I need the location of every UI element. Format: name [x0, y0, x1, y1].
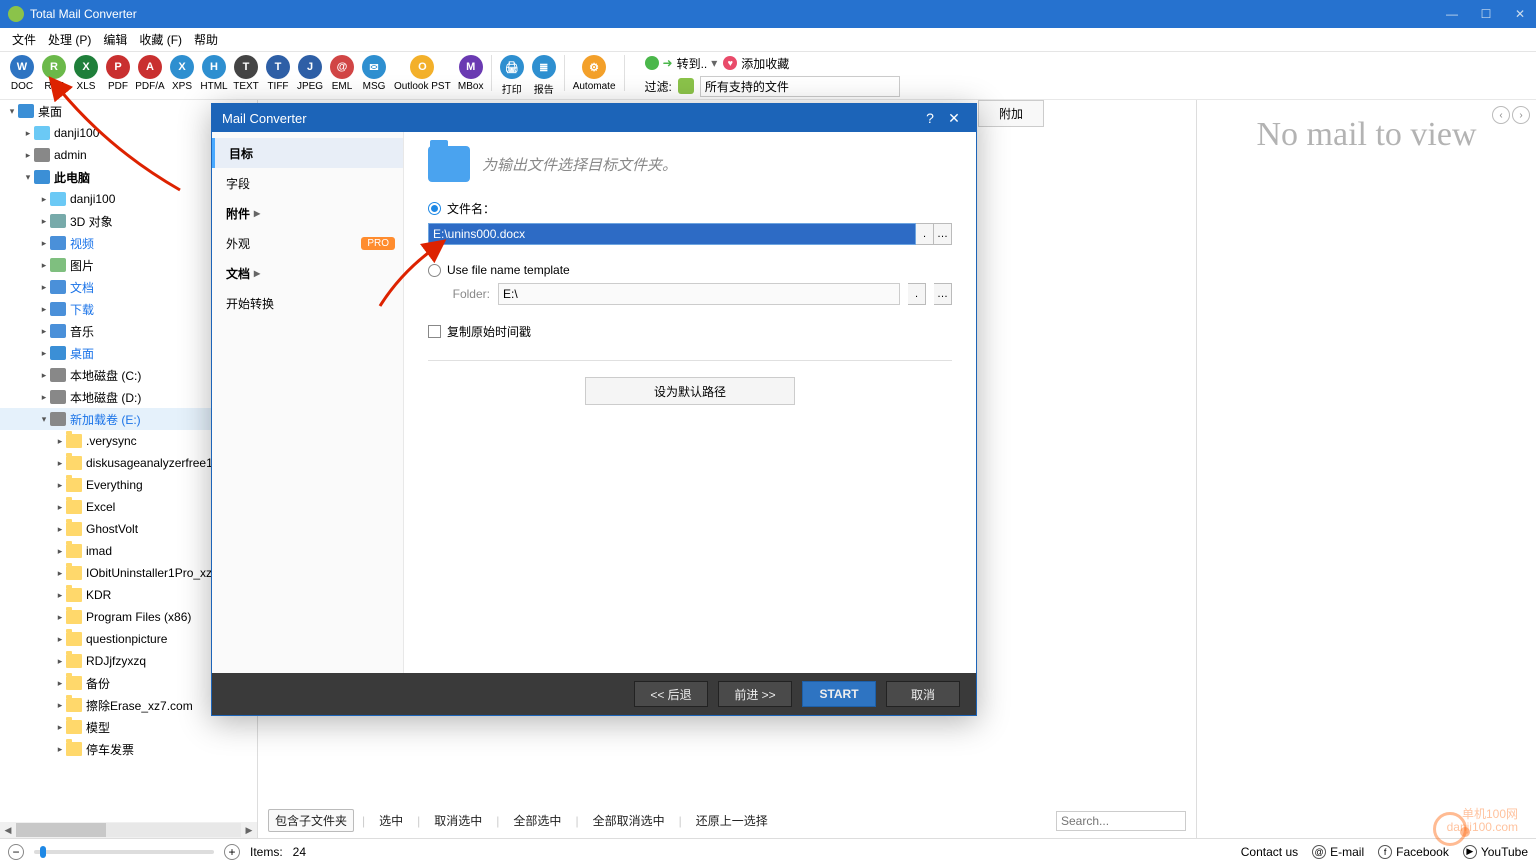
cancel-button[interactable]: 取消 [886, 681, 960, 707]
action-1[interactable]: 选中 [373, 810, 409, 831]
no-mail-message: No mail to view [1207, 116, 1526, 154]
filename-clear-button[interactable]: . [916, 223, 934, 245]
minimize-button[interactable]: — [1444, 6, 1460, 22]
folder-label: Folder: [442, 287, 490, 301]
toolbar-html[interactable]: HHTML [198, 55, 230, 92]
mail-converter-dialog: Mail Converter ? ✕ 目标字段附件▸外观PRO文档▸开始转换 为… [211, 103, 977, 716]
tree-item[interactable]: ▸模型 [0, 716, 257, 738]
add-favorite-button[interactable]: ♥添加收藏 [723, 55, 789, 72]
template-radio-label: Use file name template [447, 263, 570, 277]
folder-browse-button[interactable]: … [934, 283, 952, 305]
folder-clear-button[interactable]: . [908, 283, 926, 305]
copy-timestamp-label: 复制原始时间戳 [447, 323, 531, 340]
toolbar-msg[interactable]: ✉MSG [358, 55, 390, 92]
toolbar-outlook pst[interactable]: OOutlook PST [390, 55, 455, 92]
scroll-left-icon[interactable]: ◀ [0, 825, 16, 836]
tree-scrollbar[interactable]: ◀ ▶ [0, 822, 257, 838]
divider [428, 360, 952, 361]
toolbar-mbox[interactable]: MMBox [455, 55, 487, 92]
dialog-close-button[interactable]: ✕ [942, 110, 966, 127]
copy-timestamp-checkbox[interactable] [428, 325, 441, 338]
dialog-side-2[interactable]: 附件▸ [212, 198, 403, 228]
dialog-side-1[interactable]: 字段 [212, 168, 403, 198]
filter-label: 过滤: [645, 78, 672, 95]
dialog-heading: 为输出文件选择目标文件夹。 [482, 154, 677, 175]
toolbar-xps[interactable]: XXPS [166, 55, 198, 92]
toolbar-打印[interactable]: 🖨打印 [496, 55, 528, 96]
next-button[interactable]: 前进 >> [718, 681, 792, 707]
toolbar: WDOCRRTFXXLSPPDFAPDF/AXXPSHHTMLTTEXTTTIF… [0, 52, 1536, 100]
zoom-in-button[interactable]: + [224, 844, 240, 860]
items-count: 24 [293, 845, 306, 859]
zoom-out-button[interactable]: − [8, 844, 24, 860]
facebook-link[interactable]: fFacebook [1378, 845, 1449, 859]
zoom-slider[interactable] [34, 850, 214, 854]
back-button[interactable]: << 后退 [634, 681, 708, 707]
maximize-button[interactable]: ☐ [1478, 6, 1494, 22]
prev-mail-button[interactable]: ‹ [1492, 106, 1510, 124]
menu-2[interactable]: 编辑 [97, 29, 133, 50]
dialog-help-button[interactable]: ? [918, 110, 942, 126]
filename-input[interactable] [428, 223, 916, 245]
toolbar-rtf[interactable]: RRTF [38, 55, 70, 92]
menubar: 文件处理 (P)编辑收藏 (F)帮助 [0, 28, 1536, 52]
action-3[interactable]: 全部选中 [507, 810, 567, 831]
dialog-side-0[interactable]: 目标 [212, 138, 403, 168]
folder-input[interactable] [498, 283, 900, 305]
toolbar-xls[interactable]: XXLS [70, 55, 102, 92]
window-buttons: — ☐ ✕ [1444, 6, 1528, 22]
toolbar-automate[interactable]: ⚙Automate [569, 55, 620, 92]
filter-input[interactable] [700, 76, 900, 97]
toolbar-jpeg[interactable]: JJPEG [294, 55, 326, 92]
dialog-title: Mail Converter [222, 111, 918, 126]
dialog-content: 为输出文件选择目标文件夹。 文件名： . … Use file name tem… [404, 132, 976, 673]
scroll-right-icon[interactable]: ▶ [241, 825, 257, 836]
dialog-side-3[interactable]: 外观PRO [212, 228, 403, 258]
dialog-side-5[interactable]: 开始转换 [212, 288, 403, 318]
contact-link[interactable]: Contact us [1241, 845, 1298, 859]
app-icon [8, 6, 24, 22]
close-button[interactable]: ✕ [1512, 6, 1528, 22]
start-button[interactable]: START [802, 681, 876, 707]
tree-item[interactable]: ▸停车发票 [0, 738, 257, 760]
action-4[interactable]: 全部取消选中 [587, 810, 671, 831]
toolbar-eml[interactable]: @EML [326, 55, 358, 92]
dialog-sidebar: 目标字段附件▸外观PRO文档▸开始转换 [212, 132, 404, 673]
filename-radio[interactable] [428, 202, 441, 215]
items-label: Items: [250, 845, 283, 859]
action-2[interactable]: 取消选中 [428, 810, 488, 831]
selection-toolbar: 包含子文件夹|选中|取消选中|全部选中|全部取消选中|还原上一选择 [268, 809, 1186, 832]
filter-icon [678, 78, 694, 94]
dialog-titlebar: Mail Converter ? ✕ [212, 104, 976, 132]
email-link[interactable]: @E-mail [1312, 845, 1364, 859]
statusbar: − + Items: 24 Contact us @E-mail fFacebo… [0, 838, 1536, 864]
menu-4[interactable]: 帮助 [188, 29, 224, 50]
set-default-path-button[interactable]: 设为默认路径 [585, 377, 795, 405]
action-0[interactable]: 包含子文件夹 [268, 809, 354, 832]
toolbar-doc[interactable]: WDOC [6, 55, 38, 92]
search-input[interactable] [1056, 811, 1186, 831]
toolbar-pdf[interactable]: PPDF [102, 55, 134, 92]
toolbar-text[interactable]: TTEXT [230, 55, 262, 92]
app-title: Total Mail Converter [30, 7, 1444, 21]
next-mail-button[interactable]: › [1512, 106, 1530, 124]
toolbar-tiff[interactable]: TTIFF [262, 55, 294, 92]
goto-button[interactable]: ➜转到..▾ [645, 55, 718, 72]
action-5[interactable]: 还原上一选择 [690, 810, 774, 831]
youtube-link[interactable]: ▶YouTube [1463, 845, 1528, 859]
dialog-side-4[interactable]: 文档▸ [212, 258, 403, 288]
dialog-footer: << 后退 前进 >> START 取消 [212, 673, 976, 715]
titlebar: Total Mail Converter — ☐ ✕ [0, 0, 1536, 28]
filename-browse-button[interactable]: … [934, 223, 952, 245]
menu-0[interactable]: 文件 [6, 29, 42, 50]
folder-icon [428, 146, 470, 182]
toolbar-pdf/a[interactable]: APDF/A [134, 55, 166, 92]
template-radio[interactable] [428, 264, 441, 277]
preview-panel: ‹ › No mail to view [1196, 100, 1536, 838]
tab-attachments[interactable]: 附加 [978, 100, 1044, 127]
menu-1[interactable]: 处理 (P) [42, 29, 97, 50]
menu-3[interactable]: 收藏 (F) [133, 29, 188, 50]
toolbar-报告[interactable]: ≣报告 [528, 55, 560, 96]
filename-radio-label: 文件名： [447, 200, 495, 217]
